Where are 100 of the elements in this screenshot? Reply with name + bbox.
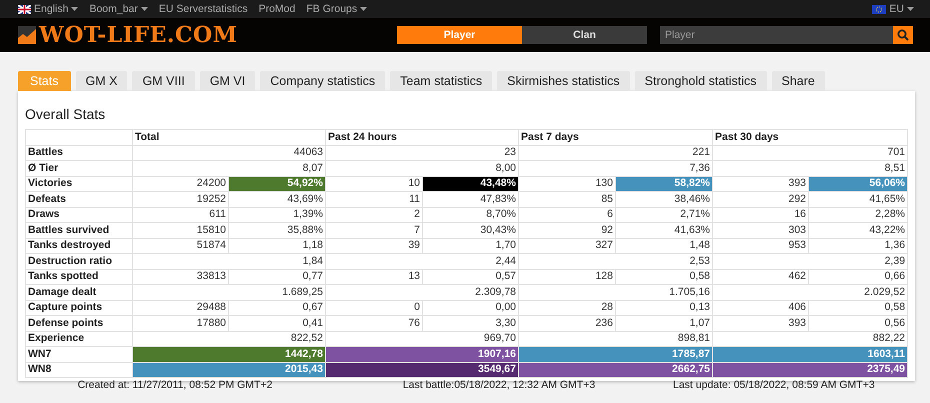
logo-icon [18, 26, 36, 44]
table-cell: 28 [518, 300, 616, 316]
table-cell: 2.309,78 [326, 284, 518, 300]
section-title: Overall Stats [25, 105, 106, 123]
column-header: Past 24 hours [326, 130, 518, 145]
search-mode-tab[interactable]: Clan [522, 26, 647, 44]
table-cell: 33813 [132, 269, 228, 284]
table-cell: 406 [712, 300, 809, 316]
table-cell: 6 [518, 207, 616, 222]
table-cell: 92 [518, 222, 616, 238]
table-cell: 1,39% [228, 207, 326, 222]
table-cell: 41,65% [808, 192, 908, 207]
row-label: Victories [26, 176, 132, 192]
tab[interactable]: Team statistics [390, 71, 492, 91]
tab[interactable]: GM VIII [132, 71, 195, 91]
table-cell: 221 [518, 145, 713, 160]
table-cell: 0,58 [808, 300, 908, 316]
table-cell: 29488 [132, 300, 228, 316]
site-logo[interactable]: WOT-LIFE.COM [39, 22, 238, 48]
flag-icon [18, 4, 31, 14]
table-cell: 953 [712, 238, 809, 254]
nav-link[interactable]: Boom_bar [89, 3, 148, 15]
info-text: Created at: 11/27/2011, 08:52 PM GMT+2 [76, 379, 274, 391]
table-cell: 1,07 [616, 316, 713, 331]
rating-cell: 2662,75 [518, 362, 713, 378]
table-cell: 0,67 [228, 300, 326, 316]
table-cell: 130 [518, 176, 616, 192]
row-label: Defense points [26, 316, 132, 331]
row-label: Tanks spotted [26, 269, 132, 284]
column-header: Total [132, 130, 326, 145]
table-cell: 611 [132, 207, 228, 222]
table-cell: 23 [326, 145, 518, 160]
table-cell: 35,88% [228, 222, 326, 238]
table-cell: 85 [518, 192, 616, 207]
table-cell: 1,84 [132, 254, 326, 269]
rating-cell: 58,82% [616, 176, 713, 192]
table-cell: 2,39 [712, 254, 908, 269]
table-cell: 15810 [132, 222, 228, 238]
table-cell: 0,41 [228, 316, 326, 331]
table-cell: 16 [712, 207, 809, 222]
table-cell: 47,83% [422, 192, 518, 207]
table-cell: 7 [326, 222, 422, 238]
table-cell: 8,70% [422, 207, 518, 222]
row-label: Battles [26, 145, 132, 160]
table-cell: 2,44 [326, 254, 518, 269]
table-cell: 327 [518, 238, 616, 254]
table-cell: 17880 [132, 316, 228, 331]
table-cell: 2,53 [518, 254, 713, 269]
table-cell: 13 [326, 269, 422, 284]
row-label: Damage dealt [26, 284, 132, 300]
info-text: Last update: 05/18/2022, 08:59 AM GMT+3 [673, 379, 876, 391]
table-cell: 236 [518, 316, 616, 331]
search-button[interactable] [893, 26, 913, 44]
row-label: Capture points [26, 300, 132, 316]
table-cell: 0,66 [808, 269, 908, 284]
table-cell: 2.029,52 [712, 284, 908, 300]
table-cell: 38,46% [616, 192, 713, 207]
row-label: Draws [26, 207, 132, 222]
table-cell: 8,51 [712, 160, 908, 176]
table-cell: 8,00 [326, 160, 518, 176]
table-cell: 43,22% [808, 222, 908, 238]
table-cell: 0,58 [616, 269, 713, 284]
nav-link[interactable]: FB Groups [306, 3, 368, 15]
tab[interactable]: Stronghold statistics [634, 71, 767, 91]
table-cell: 2 [326, 207, 422, 222]
rating-cell: 3549,67 [326, 362, 518, 378]
table-cell: 0,77 [228, 269, 326, 284]
table-cell: 30,43% [422, 222, 518, 238]
row-label: Experience [26, 331, 132, 346]
table-cell: 0,57 [422, 269, 518, 284]
nav-link[interactable]: ProMod [258, 3, 296, 15]
table-cell: 128 [518, 269, 616, 284]
table-cell: 10 [326, 176, 422, 192]
row-label: Ø Tier [26, 160, 132, 176]
table-cell: 393 [712, 176, 809, 192]
table-cell: 701 [712, 145, 908, 160]
table-cell: 303 [712, 222, 809, 238]
tab[interactable]: Company statistics [260, 71, 386, 91]
region-menu[interactable]: EU [872, 3, 914, 15]
rating-cell: 1442,78 [132, 346, 326, 362]
table-cell: 3,30 [422, 316, 518, 331]
tab[interactable]: Skirmishes statistics [497, 71, 630, 91]
tab[interactable]: Share [772, 71, 825, 91]
flag-icon [872, 4, 886, 14]
row-label: Destruction ratio [26, 254, 132, 269]
table-cell: 7,36 [518, 160, 713, 176]
table-cell: 462 [712, 269, 809, 284]
table-cell: 393 [712, 316, 809, 331]
row-label: WN8 [26, 362, 132, 378]
language-menu[interactable]: English [18, 3, 78, 15]
row-label: Battles survived [26, 222, 132, 238]
table-cell: 1.705,16 [518, 284, 713, 300]
table-cell: 39 [326, 238, 422, 254]
table-cell: 1,48 [616, 238, 713, 254]
rating-cell: 2375,49 [712, 362, 908, 378]
tab[interactable]: GM X [76, 71, 128, 91]
nav-link[interactable]: EU Serverstatistics [158, 3, 248, 15]
tab[interactable]: GM VI [200, 71, 256, 91]
table-cell: 2,71% [616, 207, 713, 222]
search-field[interactable]: Player [660, 26, 893, 44]
